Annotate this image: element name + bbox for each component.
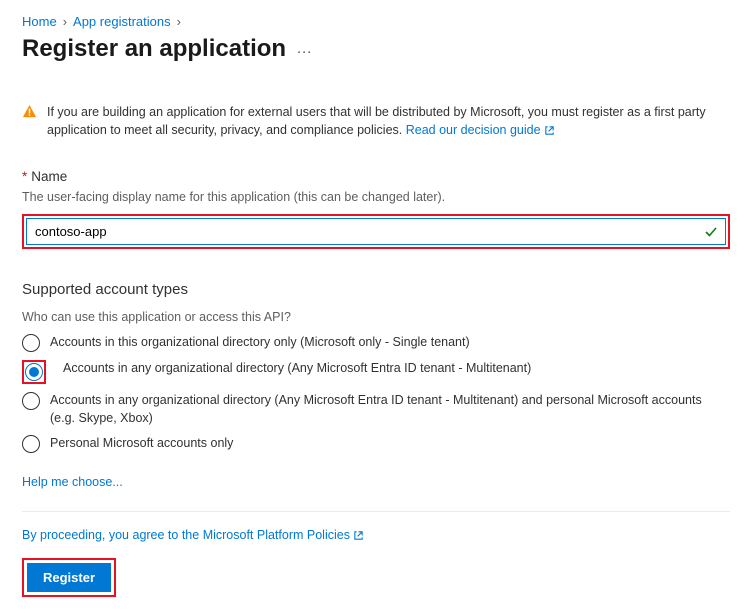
more-actions-button[interactable]: … [296, 40, 313, 58]
register-button-highlight: Register [22, 558, 116, 597]
divider [22, 511, 730, 512]
radio-label: Personal Microsoft accounts only [50, 435, 233, 453]
account-types-heading: Supported account types [22, 281, 730, 298]
info-banner: If you are building an application for e… [22, 103, 730, 141]
account-types-question: Who can use this application or access t… [22, 310, 730, 324]
radio-icon[interactable] [25, 363, 43, 381]
warning-icon [22, 103, 37, 119]
decision-guide-link[interactable]: Read our decision guide [406, 123, 555, 137]
register-button[interactable]: Register [27, 563, 111, 592]
external-link-icon [353, 530, 364, 544]
breadcrumb: Home › App registrations › [22, 14, 730, 29]
account-type-option-1[interactable]: Accounts in any organizational directory… [22, 360, 730, 384]
name-input[interactable] [26, 218, 726, 245]
page-title: Register an application [22, 35, 286, 63]
radio-label: Accounts in any organizational directory… [63, 360, 531, 378]
radio-icon[interactable] [22, 334, 40, 352]
account-type-option-3[interactable]: Personal Microsoft accounts only [22, 435, 730, 453]
agree-text: By proceeding, you agree to the Microsof… [22, 528, 730, 544]
chevron-right-icon: › [63, 14, 67, 29]
radio-icon[interactable] [22, 392, 40, 410]
required-asterisk: * [22, 169, 27, 184]
platform-policies-link[interactable]: Microsoft Platform Policies [203, 528, 365, 542]
radio-highlight [22, 360, 46, 384]
account-type-option-0[interactable]: Accounts in this organizational director… [22, 334, 730, 352]
help-me-choose-link[interactable]: Help me choose... [22, 475, 123, 489]
check-icon [704, 225, 718, 239]
breadcrumb-home[interactable]: Home [22, 14, 57, 29]
chevron-right-icon: › [177, 14, 181, 29]
info-text: If you are building an application for e… [47, 105, 706, 137]
radio-icon[interactable] [22, 435, 40, 453]
breadcrumb-app-registrations[interactable]: App registrations [73, 14, 171, 29]
account-type-option-2[interactable]: Accounts in any organizational directory… [22, 392, 730, 427]
name-input-highlight [22, 214, 730, 249]
radio-label: Accounts in any organizational directory… [50, 392, 730, 427]
name-description: The user-facing display name for this ap… [22, 190, 730, 204]
name-label: *Name [22, 169, 730, 184]
external-link-icon [544, 123, 555, 141]
radio-label: Accounts in this organizational director… [50, 334, 470, 352]
